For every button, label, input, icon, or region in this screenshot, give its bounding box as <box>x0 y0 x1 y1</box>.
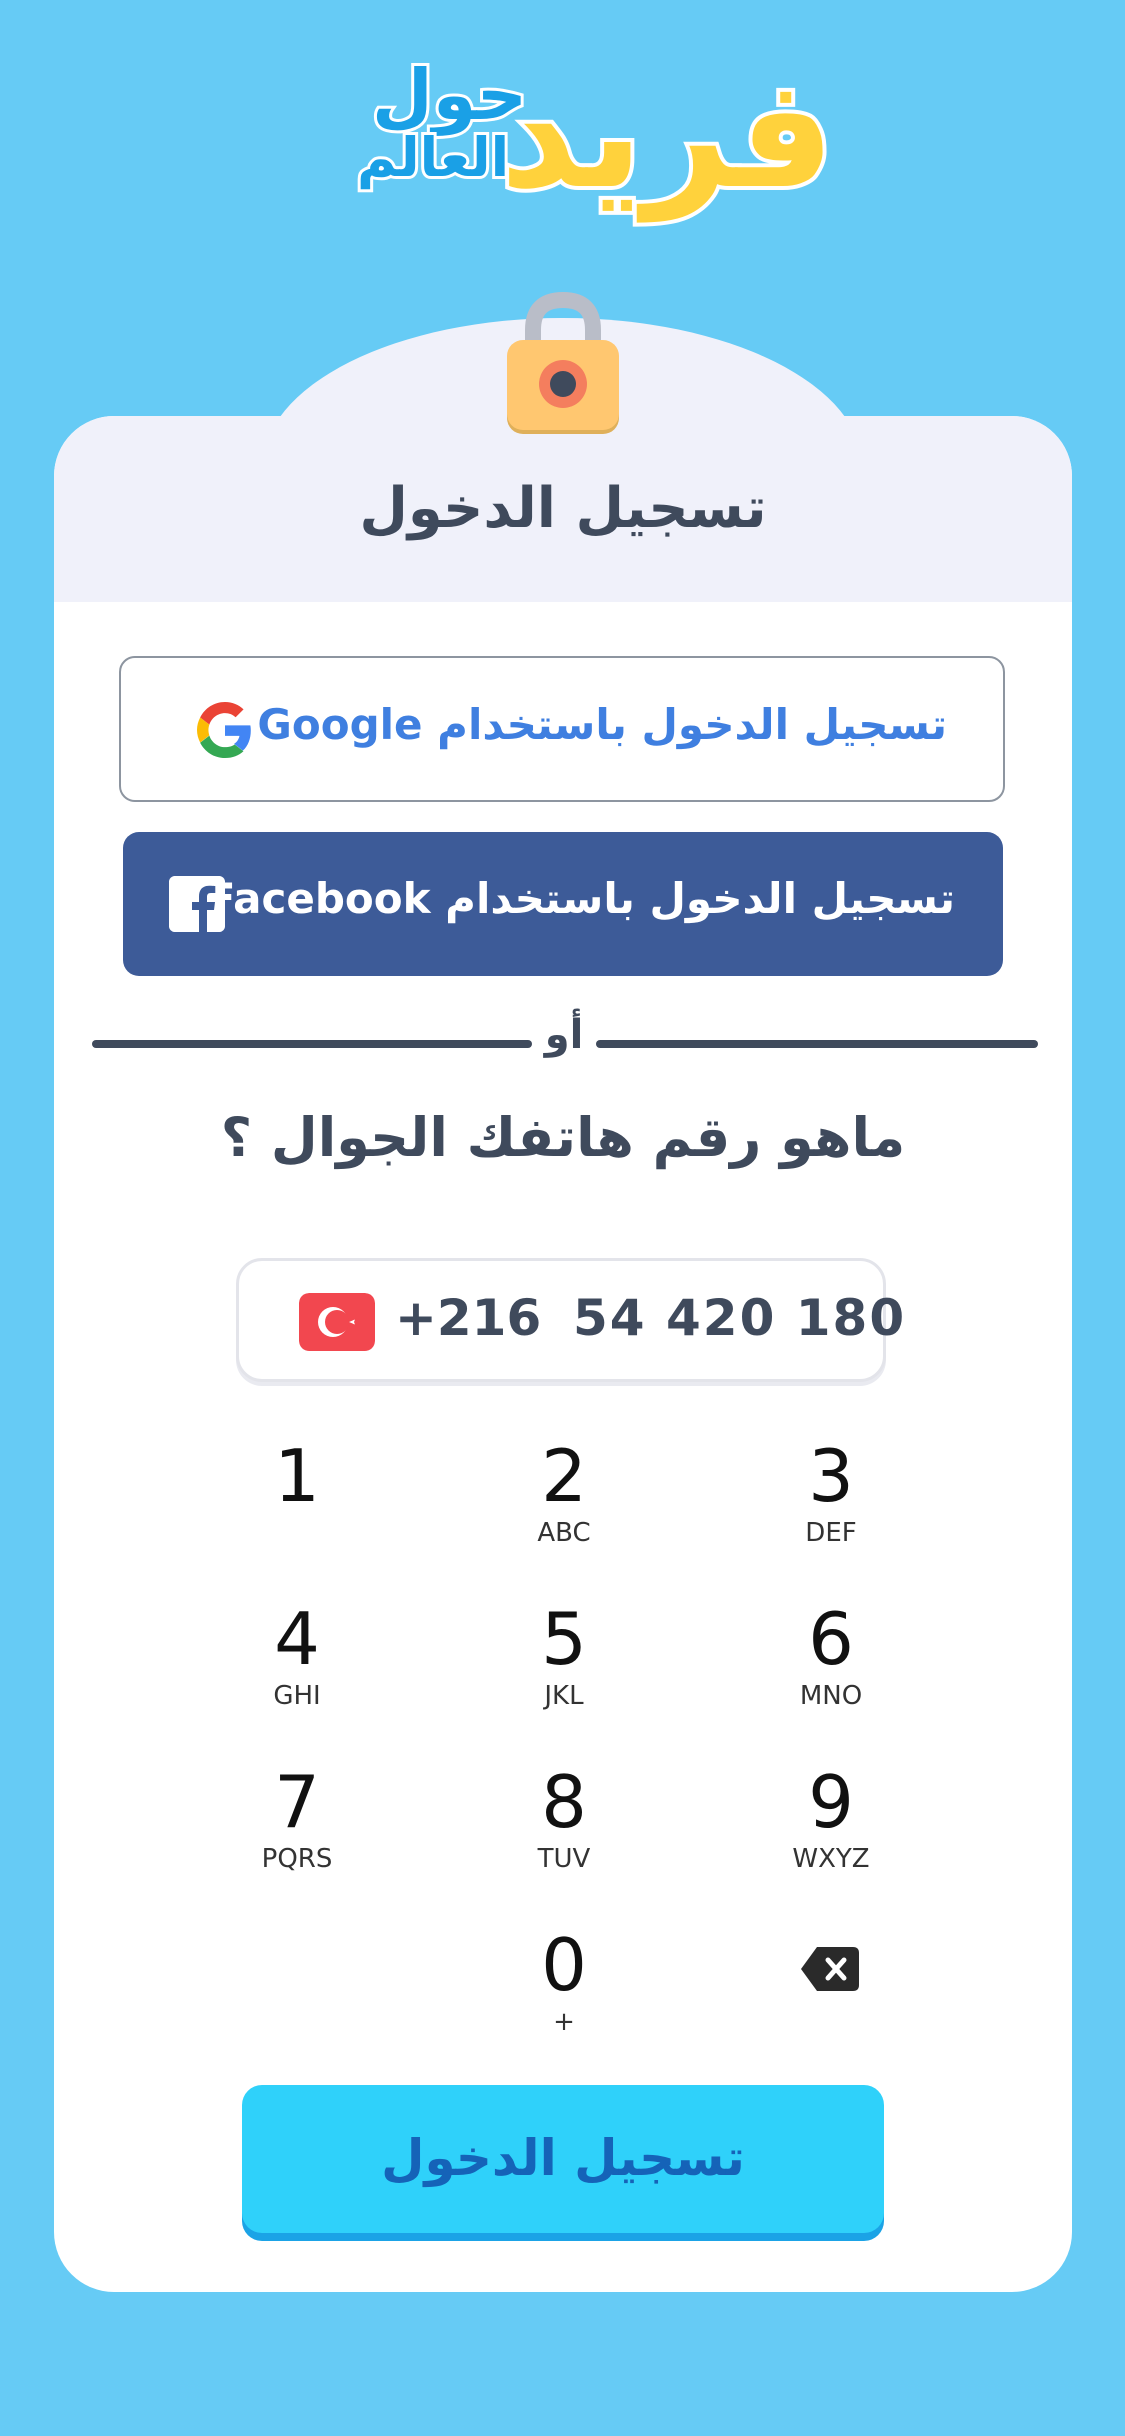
keypad-key-7[interactable]: 7 PQRS <box>187 1762 407 1912</box>
divider-line-left <box>92 1040 532 1048</box>
phone-number: 54 420 180 <box>573 1289 907 1347</box>
key-letters: WXYZ <box>792 1844 870 1874</box>
phone-input[interactable]: +216 54 420 180 <box>236 1258 904 1382</box>
key-letters: JKL <box>544 1681 584 1711</box>
key-digit: 7 <box>274 1760 320 1844</box>
facebook-icon <box>169 876 225 932</box>
key-letters: DEF <box>805 1518 857 1548</box>
key-digit: 3 <box>808 1434 854 1518</box>
key-letters: MNO <box>799 1681 863 1711</box>
google-icon <box>197 702 251 758</box>
google-login-button[interactable]: تسجيل الدخول باستخدام Google <box>119 656 1005 802</box>
key-letters: ABC <box>537 1518 591 1548</box>
keypad-key-9[interactable]: 9 WXYZ <box>721 1762 941 1912</box>
turkey-flag-icon <box>299 1293 375 1351</box>
lock-icon <box>507 291 619 434</box>
card-header: تسجيل الدخول <box>54 416 1072 602</box>
login-button-label: تسجيل الدخول <box>381 2129 745 2187</box>
app-logo: فريد حول العالم <box>0 40 1125 240</box>
key-letters: + <box>553 2007 575 2037</box>
keypad-key-2[interactable]: 2 ABC <box>454 1436 674 1586</box>
key-digit: 4 <box>274 1597 320 1681</box>
facebook-login-label: تسجيل الدخول باستخدام Facebook <box>206 874 955 923</box>
key-digit: 2 <box>541 1434 587 1518</box>
google-login-label: تسجيل الدخول باستخدام Google <box>257 700 947 749</box>
key-letters: TUV <box>537 1844 591 1874</box>
key-digit: 6 <box>808 1597 854 1681</box>
keypad-key-5[interactable]: 5 JKL <box>454 1599 674 1749</box>
backspace-icon[interactable] <box>801 1947 859 1991</box>
page-title: تسجيل الدخول <box>359 476 767 541</box>
logo-main-text: فريد <box>496 44 838 226</box>
login-card: تسجيل الدخول تسجيل الدخول باستخدام Googl… <box>54 416 1072 2292</box>
divider-line-right <box>596 1040 1038 1048</box>
key-letters: GHI <box>273 1681 321 1711</box>
country-code: +216 <box>395 1289 542 1347</box>
keypad-key-3[interactable]: 3 DEF <box>721 1436 941 1586</box>
key-digit: 0 <box>541 1923 587 2007</box>
keypad-key-8[interactable]: 8 TUV <box>454 1762 674 1912</box>
key-digit: 8 <box>541 1760 587 1844</box>
phone-question: ماهو رقم هاتفك الجوال ؟ <box>220 1106 906 1169</box>
keypad-key-1[interactable]: 1 <box>187 1436 407 1586</box>
login-button[interactable]: تسجيل الدخول <box>242 2085 884 2233</box>
keypad-key-0[interactable]: 0 + <box>454 1925 674 2075</box>
key-letters: PQRS <box>261 1844 333 1874</box>
logo-line-2: العالم <box>354 123 512 192</box>
key-digit: 5 <box>541 1597 587 1681</box>
logo-line-1: حول <box>369 51 530 139</box>
key-digit: 1 <box>274 1434 320 1518</box>
divider-or-label: أو <box>544 1012 584 1058</box>
keypad-key-6[interactable]: 6 MNO <box>721 1599 941 1749</box>
key-digit: 9 <box>808 1760 854 1844</box>
facebook-login-button[interactable]: تسجيل الدخول باستخدام Facebook <box>123 832 1003 976</box>
keypad-key-4[interactable]: 4 GHI <box>187 1599 407 1749</box>
